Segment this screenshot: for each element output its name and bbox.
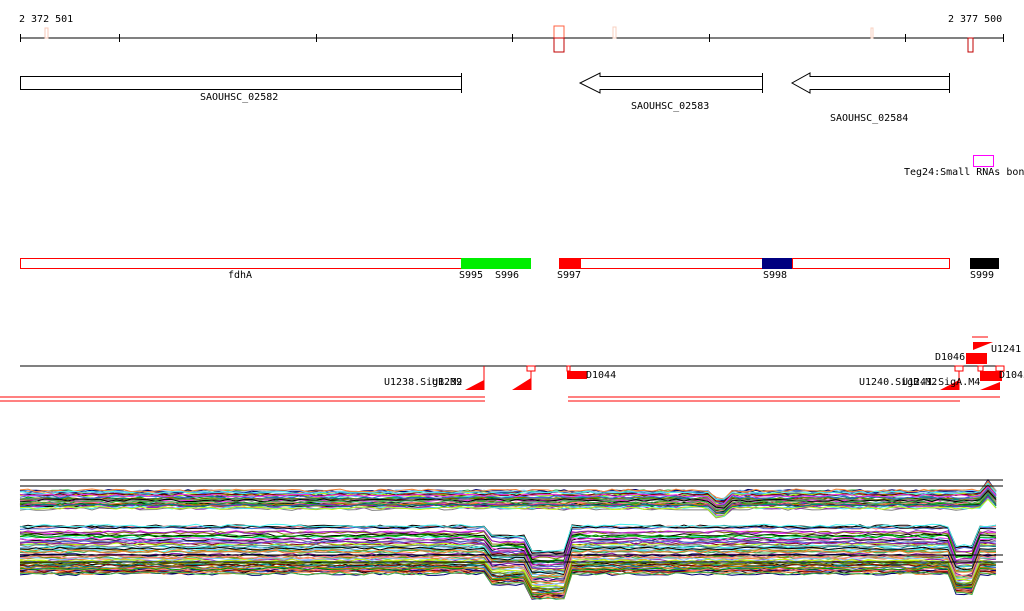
ruler-axis [20, 25, 1004, 53]
segment-label[interactable]: S996 [495, 270, 519, 281]
segment-label[interactable]: S995 [459, 270, 483, 281]
segment-label[interactable]: S997 [557, 270, 581, 281]
segment-label[interactable]: S998 [763, 270, 787, 281]
segment-label[interactable]: S999 [970, 270, 994, 281]
gene-label[interactable]: SAOUHSC_02582 [200, 92, 278, 103]
ruler-marker [967, 37, 974, 53]
feature-label[interactable]: D1046 [935, 352, 965, 363]
small-rna-label[interactable]: Teg24:Small RNAs bon [904, 167, 1024, 178]
ruler-marker [612, 26, 617, 39]
gene-label[interactable]: SAOUHSC_02583 [631, 101, 709, 112]
gene-SAOUHSC_02584 [790, 72, 950, 94]
genome-browser: 2 372 501 2 377 500 SAOUHSC_02582 SAOUHS… [0, 0, 1024, 611]
feature-label[interactable]: D1044 [586, 370, 616, 381]
ruler-marker [553, 25, 565, 39]
tracks-canvas [0, 25, 1005, 600]
ruler-start-label: 2 372 501 [19, 14, 74, 25]
small-rna-Teg24 [973, 155, 994, 167]
feature-label[interactable]: U1241.SigA.M4 [902, 377, 980, 388]
feature-label[interactable]: U1239 [432, 377, 462, 388]
ruler-marker [870, 27, 874, 39]
expression-profiles [19, 478, 1003, 600]
segment-label[interactable]: fdhA [228, 270, 252, 281]
ruler-end-label: 2 377 500 [948, 14, 1003, 25]
feature-label[interactable]: D1045 [999, 370, 1024, 381]
gene-SAOUHSC_02583 [578, 72, 763, 94]
gene-label[interactable]: SAOUHSC_02584 [830, 113, 908, 124]
ruler-marker [553, 37, 565, 53]
segment-track [20, 258, 999, 269]
ruler-marker [44, 27, 49, 39]
gene-SAOUHSC_02582 [20, 76, 462, 90]
gene-track [20, 72, 950, 94]
feature-label[interactable]: U1241 [991, 344, 1021, 355]
feature-track [0, 336, 1005, 402]
